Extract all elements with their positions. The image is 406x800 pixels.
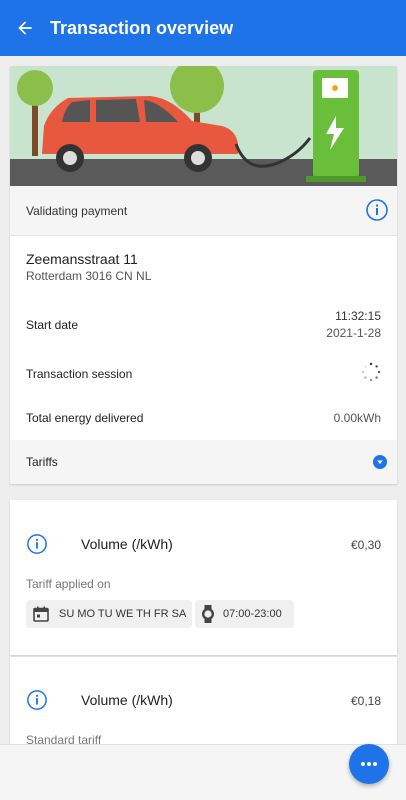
- tariff-name: Volume (/kWh): [81, 536, 173, 552]
- tariff-applied-label: Tariff applied on: [26, 577, 111, 591]
- more-options-button[interactable]: [349, 744, 389, 784]
- tariffs-toggle[interactable]: Tariffs: [10, 440, 397, 484]
- payment-status-text: Validating payment: [26, 203, 128, 218]
- station-city: Rotterdam 3016 CN NL: [26, 269, 152, 283]
- total-energy-label: Total energy delivered: [26, 411, 144, 425]
- tariff-price: €0,18: [350, 694, 381, 708]
- tariff-hours: 07:00-23:00: [223, 608, 282, 620]
- tariffs-label: Tariffs: [26, 455, 58, 469]
- info-icon[interactable]: [365, 198, 389, 222]
- charging-illustration: [10, 66, 397, 186]
- calendar-icon: [33, 606, 49, 622]
- info-icon[interactable]: [26, 689, 48, 711]
- page-title: Transaction overview: [50, 17, 234, 38]
- tariff-days-chip: SU MO TU WE TH FR SA: [26, 600, 192, 628]
- station-street: Zeemansstraat 11: [26, 251, 138, 267]
- arrow-left-icon: [18, 21, 32, 35]
- start-date-value: 2021-1-28: [326, 326, 381, 340]
- start-time-value: 11:32:15: [335, 309, 381, 323]
- transaction-session-label: Transaction session: [26, 367, 133, 381]
- loading-spinner-icon: [361, 362, 381, 382]
- tariff-name: Volume (/kWh): [81, 692, 173, 708]
- transaction-card: Validating payment Zeemansstraat 11 Rott…: [10, 66, 397, 484]
- tariff-days: SU MO TU WE TH FR SA: [59, 608, 187, 620]
- watch-icon: [202, 605, 214, 623]
- info-icon[interactable]: [26, 533, 48, 555]
- chevron-down-icon: [373, 455, 387, 469]
- payment-status-row: Validating payment: [10, 186, 397, 236]
- app-bar: Transaction overview: [0, 0, 406, 56]
- back-button[interactable]: [0, 0, 50, 56]
- bottom-bar: [0, 744, 406, 800]
- start-date-label: Start date: [26, 318, 79, 332]
- tariff-card: Volume (/kWh) €0,30 Tariff applied on SU…: [10, 500, 397, 655]
- total-energy-value: 0.00kWh: [333, 411, 381, 425]
- more-horizontal-icon: [361, 762, 377, 766]
- tariff-card: Volume (/kWh) €0,18 Standard tariff: [10, 657, 397, 757]
- tariff-price: €0,30: [350, 538, 381, 552]
- tariff-hours-chip: 07:00-23:00: [195, 600, 294, 628]
